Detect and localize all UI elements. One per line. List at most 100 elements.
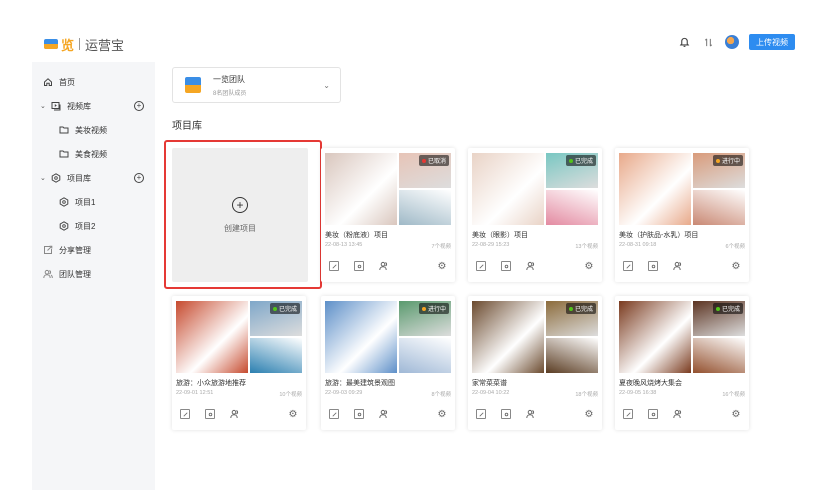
status-dot <box>568 158 573 163</box>
thumbnail-image <box>693 190 745 225</box>
sidebar-item-label: 分享管理 <box>59 245 91 255</box>
project-thumbnail[interactable]: 已取消 <box>325 153 451 225</box>
status-text: 已完成 <box>574 307 593 313</box>
gear-icon[interactable]: ⚙ <box>731 409 741 420</box>
edit-icon[interactable] <box>180 409 190 419</box>
share-icon <box>42 244 54 256</box>
edit-icon[interactable] <box>476 409 486 419</box>
status-badge: 已完成 <box>269 303 300 314</box>
bell-icon[interactable] <box>677 35 691 49</box>
status-text: 已完成 <box>574 159 593 165</box>
video-library-icon <box>50 100 62 112</box>
chevron-down-icon[interactable]: ⌄ <box>40 174 48 182</box>
edit-icon[interactable] <box>476 261 486 271</box>
logo[interactable]: 览 运营宝 <box>44 35 124 54</box>
sidebar-item-project-1[interactable]: 项目1 <box>58 192 150 212</box>
member-icon[interactable] <box>379 261 389 271</box>
gear-icon[interactable]: ⚙ <box>731 261 741 272</box>
thumbnail-image <box>176 301 248 373</box>
member-icon[interactable] <box>526 409 536 419</box>
create-project-card[interactable]: + 创建项目 <box>172 148 308 282</box>
member-icon[interactable] <box>673 261 683 271</box>
thumbnail-image <box>693 338 745 373</box>
project-thumbnail[interactable]: 已完成 <box>176 301 302 373</box>
preview-icon[interactable] <box>354 261 364 271</box>
preview-icon[interactable] <box>501 409 511 419</box>
chevron-down-icon[interactable]: ⌄ <box>40 102 48 110</box>
sidebar-item-label: 美妆视频 <box>75 125 107 135</box>
gear-icon[interactable]: ⚙ <box>437 261 447 272</box>
project-thumbnail[interactable]: 已完成 <box>472 153 598 225</box>
project-card[interactable]: 已完成 旅游：小众旅游地推荐 22-09-01 12:51 10个视频 ⚙ <box>172 296 306 430</box>
project-date: 22-09-03 09:29 <box>325 390 363 396</box>
add-video-folder-button[interactable]: + <box>134 101 144 111</box>
header-actions: 上传视频 <box>677 34 795 50</box>
logo-mark-icon <box>44 39 58 49</box>
gear-icon[interactable]: ⚙ <box>584 261 594 272</box>
project-meta: 22-08-29 15:23 13个视频 <box>472 242 598 250</box>
member-icon[interactable] <box>526 261 536 271</box>
edit-icon[interactable] <box>329 409 339 419</box>
gear-icon[interactable]: ⚙ <box>288 409 298 420</box>
sidebar-item-food-videos[interactable]: 美食视频 <box>58 144 150 164</box>
preview-icon[interactable] <box>648 409 658 419</box>
project-actions: ⚙ <box>623 261 741 273</box>
transfer-icon[interactable] <box>701 35 715 49</box>
project-card[interactable]: 进行中 旅游：最美建筑景观图 22-09-03 09:29 8个视频 ⚙ <box>321 296 455 430</box>
member-icon[interactable] <box>379 409 389 419</box>
chevron-down-icon: ⌄ <box>323 81 330 90</box>
project-date: 22-08-31 09:18 <box>619 242 657 248</box>
sidebar-item-project-library[interactable]: ⌄ 项目库 + <box>40 168 148 188</box>
project-title: 旅游：最美建筑景观图 <box>325 380 395 387</box>
gear-icon[interactable]: ⚙ <box>437 409 447 420</box>
sidebar-item-video-library[interactable]: ⌄ 视频库 + <box>40 96 148 116</box>
project-video-count: 13个视频 <box>575 244 598 250</box>
sidebar-item-share-management[interactable]: 分享管理 <box>42 240 150 260</box>
create-project-label: 创建项目 <box>224 223 256 233</box>
project-actions: ⚙ <box>623 409 741 421</box>
project-thumbnail[interactable]: 已完成 <box>472 301 598 373</box>
project-card[interactable]: 已完成 夏夜晚风烧烤大集会 22-09-05 16:38 16个视频 ⚙ <box>615 296 749 430</box>
sidebar-item-beauty-videos[interactable]: 美妆视频 <box>58 120 150 140</box>
sidebar-item-team-management[interactable]: 团队管理 <box>42 264 150 284</box>
status-text: 进行中 <box>427 307 446 313</box>
avatar[interactable] <box>725 35 739 49</box>
preview-icon[interactable] <box>648 261 658 271</box>
project-card[interactable]: 进行中 美妆（护肤品-水乳）项目 22-08-31 09:18 6个视频 ⚙ <box>615 148 749 282</box>
status-dot <box>568 306 573 311</box>
project-date: 22-09-04 10:22 <box>472 390 510 396</box>
project-card[interactable]: 已取消 美妆（粉底液）项目 22-08-13 13:45 7个视频 ⚙ <box>321 148 455 282</box>
project-thumbnail[interactable]: 进行中 <box>325 301 451 373</box>
team-selector[interactable]: 一览团队 8名团队成员 ⌄ <box>172 67 341 103</box>
preview-icon[interactable] <box>205 409 215 419</box>
preview-icon[interactable] <box>501 261 511 271</box>
status-badge: 已完成 <box>565 155 596 166</box>
add-project-button[interactable]: + <box>134 173 144 183</box>
status-text: 已完成 <box>721 307 740 313</box>
preview-icon[interactable] <box>354 409 364 419</box>
upload-video-button[interactable]: 上传视频 <box>749 34 795 50</box>
thumbnail-image <box>250 338 302 373</box>
thumbnail-image <box>619 301 691 373</box>
page-title: 项目库 <box>172 121 202 132</box>
member-icon[interactable] <box>230 409 240 419</box>
status-dot <box>715 306 720 311</box>
project-actions: ⚙ <box>476 409 594 421</box>
edit-icon[interactable] <box>623 409 633 419</box>
project-icon <box>58 196 70 208</box>
sidebar-item-home[interactable]: 首页 <box>42 72 150 92</box>
edit-icon[interactable] <box>623 261 633 271</box>
project-actions: ⚙ <box>329 409 447 421</box>
project-card[interactable]: 已完成 美妆（眼影）项目 22-08-29 15:23 13个视频 ⚙ <box>468 148 602 282</box>
edit-icon[interactable] <box>329 261 339 271</box>
member-icon[interactable] <box>673 409 683 419</box>
project-card[interactable]: 已完成 家常菜菜谱 22-09-04 10:22 18个视频 ⚙ <box>468 296 602 430</box>
project-video-count: 6个视频 <box>725 244 745 250</box>
sidebar-item-project-2[interactable]: 项目2 <box>58 216 150 236</box>
status-dot <box>272 306 277 311</box>
project-thumbnail[interactable]: 进行中 <box>619 153 745 225</box>
status-badge: 已完成 <box>565 303 596 314</box>
project-thumbnail[interactable]: 已完成 <box>619 301 745 373</box>
sidebar-item-label: 项目1 <box>75 197 96 207</box>
gear-icon[interactable]: ⚙ <box>584 409 594 420</box>
